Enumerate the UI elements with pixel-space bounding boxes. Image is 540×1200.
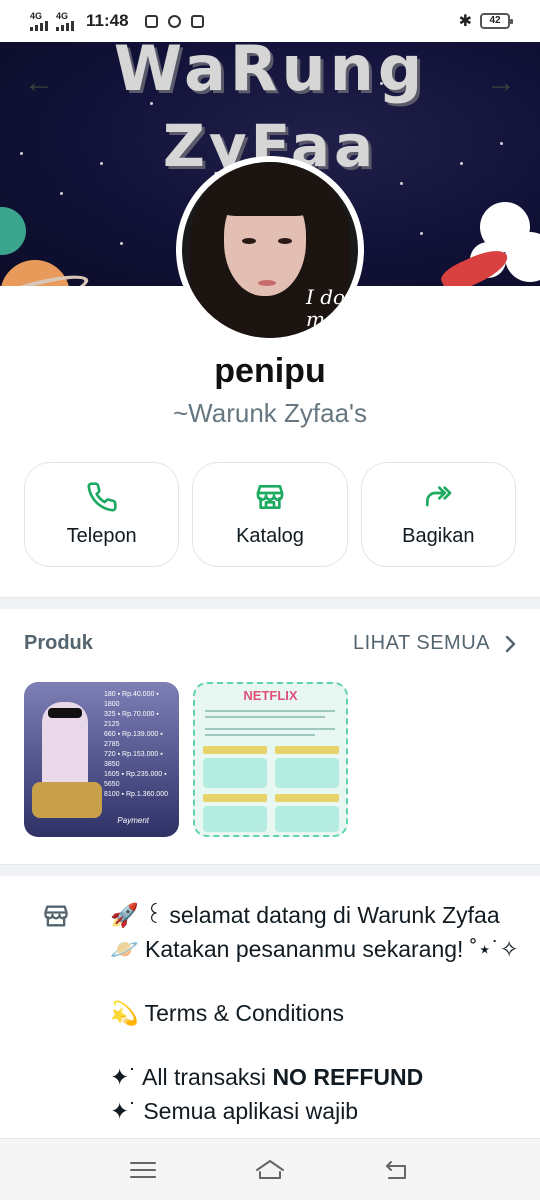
action-buttons: Telepon Katalog Bagikan	[24, 462, 516, 567]
menu-icon[interactable]	[127, 1156, 159, 1184]
see-all-label: LIHAT SEMUA	[352, 632, 490, 654]
section-divider	[0, 597, 540, 609]
status-time: 11:48	[86, 11, 129, 30]
see-all-button[interactable]: LIHAT SEMUA	[353, 632, 516, 655]
back-arrow-icon[interactable]: ←	[24, 66, 54, 100]
description-welcome: 🚀 ꒰ selamat datang di Warunk Zyfaa 🪐 Kat…	[110, 902, 519, 962]
products-title: Produk	[24, 632, 93, 654]
avatar[interactable]: I do me	[176, 156, 364, 344]
products-header: Produk LIHAT SEMUA	[24, 632, 516, 655]
system-nav-bar	[0, 1138, 540, 1200]
back-icon[interactable]	[381, 1156, 413, 1184]
store-icon	[44, 905, 68, 927]
product-list: 180 ▪ Rp.40.000 ▪ 1800 325 ▪ Rp.70.000 ▪…	[24, 682, 348, 837]
business-description: 🚀 ꒰ selamat datang di Warunk Zyfaa 🪐 Kat…	[0, 878, 540, 1140]
phone-icon	[87, 482, 117, 512]
app-notification-icon	[167, 14, 181, 28]
menu-arrow-icon[interactable]: →	[486, 66, 516, 100]
catalog-button[interactable]: Katalog	[192, 462, 348, 567]
battery-icon: 42	[480, 13, 513, 29]
gallery-icon	[190, 14, 204, 28]
profile-about: ~Warunk Zyfaa's	[172, 398, 367, 428]
cloud-decoration-2	[505, 232, 540, 282]
product-game-topup[interactable]: 180 ▪ Rp.40.000 ▪ 1800 325 ▪ Rp.70.000 ▪…	[24, 682, 179, 837]
call-button-label: Telepon	[66, 525, 137, 547]
catalog-button-label: Katalog	[236, 525, 304, 547]
product-netflix[interactable]: NETFLIX	[193, 682, 348, 837]
home-icon[interactable]	[254, 1156, 286, 1184]
signal-icon: 4G	[30, 11, 48, 31]
product-caption: Payment	[117, 816, 149, 825]
cover-title-line1: WaRung	[113, 42, 427, 105]
description-apps: ✦˙ Semua aplikasi wajib	[110, 1098, 359, 1124]
bluetooth-icon: ✱	[458, 13, 472, 30]
profile-name: penipu	[214, 352, 326, 390]
status-bar: 4G 4G 11:48 ✱ 42	[0, 0, 540, 42]
planet-decoration	[0, 207, 26, 255]
share-button-label: Bagikan	[402, 525, 475, 547]
avatar-overlay-text: I do me	[306, 285, 346, 331]
chevron-right-icon	[505, 635, 516, 652]
description-no-refund: ✦˙ All transaksi NO REFFUND	[110, 1064, 424, 1090]
share-icon	[426, 486, 452, 507]
call-button[interactable]: Telepon	[24, 462, 180, 567]
instagram-icon	[144, 14, 158, 28]
store-icon	[256, 485, 284, 509]
description-terms-heading: 💫 Terms & Conditions	[110, 1000, 345, 1026]
signal-icon-2: 4G	[56, 11, 74, 31]
share-button[interactable]: Bagikan	[360, 462, 516, 567]
netflix-label: NETFLIX	[243, 688, 298, 703]
section-divider-2	[0, 864, 540, 876]
